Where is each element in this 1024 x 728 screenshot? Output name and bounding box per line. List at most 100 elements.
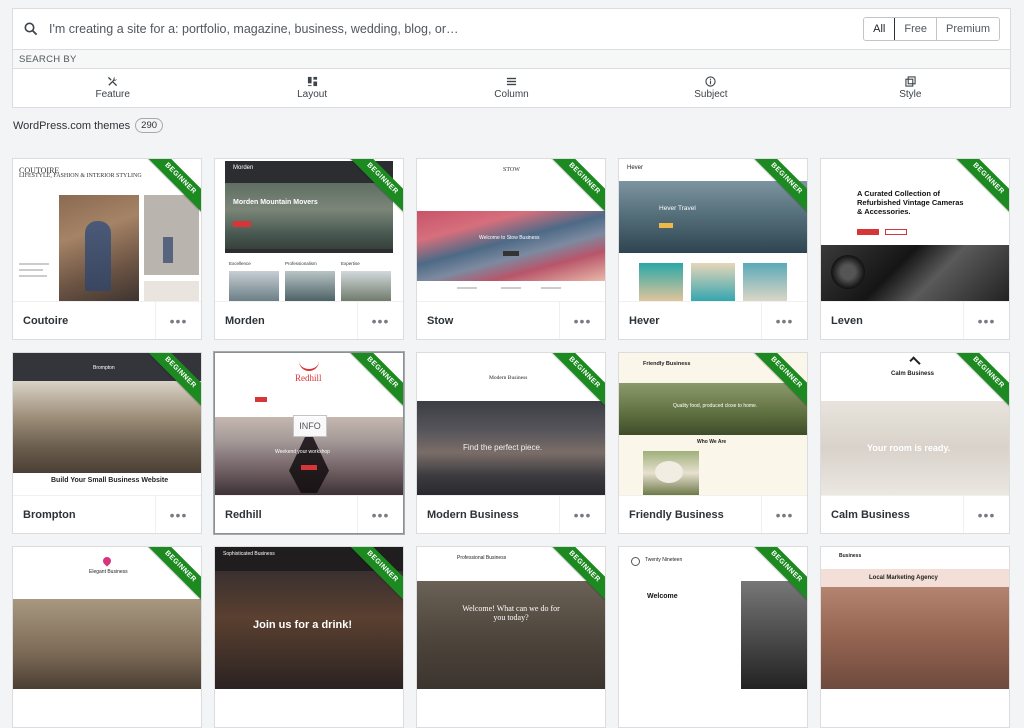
thumb-subheading: Who We Are: [697, 439, 727, 445]
thumb-heading: Welcome: [647, 593, 678, 600]
more-options-button[interactable]: •••: [963, 302, 1009, 339]
thumb-title: Professional Business: [457, 555, 507, 561]
theme-card-hever[interactable]: Hever Hever Travel BEGINNER Hever •••: [618, 158, 808, 340]
filter-style[interactable]: Style: [811, 69, 1010, 107]
card-footer: Friendly Business •••: [619, 495, 807, 533]
filter-feature-label: Feature: [95, 89, 130, 100]
card-footer: Redhill •••: [215, 495, 403, 533]
theme-card-business[interactable]: Business Local Marketing Agency: [820, 546, 1010, 728]
thumb-col-3: Expertise: [341, 261, 360, 266]
thumb-col-2: Professionalism: [285, 261, 317, 266]
filter-layout[interactable]: Layout: [212, 69, 411, 107]
more-options-button[interactable]: •••: [155, 496, 201, 533]
filter-column-label: Column: [494, 89, 529, 100]
filter-layout-label: Layout: [297, 89, 328, 100]
more-options-button[interactable]: •••: [963, 496, 1009, 533]
thumb-subtitle: LIFESTYLE, FASHION & INTERIOR STYLING: [19, 173, 142, 179]
theme-card-redhill[interactable]: Redhill Weekend your workshop INFO BEGIN…: [214, 352, 404, 534]
thumb-title: Calm Business: [891, 371, 935, 377]
theme-name[interactable]: Calm Business: [821, 509, 963, 521]
thumb-col-1: Excellence: [229, 261, 251, 266]
more-options-button[interactable]: •••: [357, 302, 403, 339]
thumb-title: Modern Business: [489, 375, 528, 381]
theme-card-calm-business[interactable]: Calm Business Your room is ready. BEGINN…: [820, 352, 1010, 534]
tier-free[interactable]: Free: [894, 18, 936, 40]
themes-count: WordPress.com themes 290: [13, 118, 164, 133]
theme-card-friendly-business[interactable]: Friendly Business Quality food, produced…: [618, 352, 808, 534]
filter-feature[interactable]: Feature: [13, 69, 212, 107]
search-by-filters: Feature Layout Column Subject Style: [12, 68, 1011, 108]
thumb-title: Hever: [627, 165, 644, 171]
card-footer: Brompton •••: [13, 495, 201, 533]
tier-all[interactable]: All: [864, 18, 896, 40]
thumb-title: Redhill: [295, 373, 322, 383]
thumb-heading: Morden Mountain Movers: [233, 199, 318, 206]
filter-subject-label: Subject: [694, 89, 728, 100]
tier-premium[interactable]: Premium: [935, 18, 999, 40]
thumb-heading: Build Your Small Business Website: [51, 477, 169, 484]
theme-thumbnail[interactable]: Business Local Marketing Agency: [821, 547, 1009, 689]
theme-name[interactable]: Brompton: [13, 509, 155, 521]
theme-search-input[interactable]: [49, 9, 864, 49]
style-icon: [905, 76, 916, 87]
card-footer: Morden •••: [215, 301, 403, 339]
thumb-heading: A Curated Collection of Refurbished Vint…: [857, 189, 964, 216]
theme-name[interactable]: Leven: [821, 315, 963, 327]
themes-count-badge: 290: [135, 118, 164, 133]
theme-card-brompton[interactable]: Brompton Build Your Small Business Websi…: [12, 352, 202, 534]
theme-name[interactable]: Friendly Business: [619, 509, 761, 521]
more-options-button[interactable]: •••: [559, 302, 605, 339]
column-icon: [506, 77, 517, 86]
search-icon[interactable]: [13, 22, 49, 36]
theme-card-coutoire[interactable]: COUTOIRE LIFESTYLE, FASHION & INTERIOR S…: [12, 158, 202, 340]
theme-card-stow[interactable]: STOW Welcome to Stow Business BEGINNER S…: [416, 158, 606, 340]
theme-card-professional-business[interactable]: Professional Business Welcome! What can …: [416, 546, 606, 728]
thumb-title: Elegant Business: [89, 569, 128, 575]
thumb-heading: Find the perfect piece.: [463, 443, 543, 452]
card-footer: Modern Business •••: [417, 495, 605, 533]
theme-card-sophisticated-business[interactable]: Sophisticated Business Join us for a dri…: [214, 546, 404, 728]
thumb-heading: Welcome! What can we do for you today?: [462, 604, 560, 622]
thumb-heading: Weekend your workshop: [275, 449, 330, 455]
theme-search-bar: All Free Premium: [12, 8, 1011, 50]
tools-icon: [108, 76, 118, 87]
thumb-title: Sophisticated Business: [223, 551, 275, 557]
theme-name[interactable]: Coutoire: [13, 315, 155, 327]
more-options-button[interactable]: •••: [761, 302, 807, 339]
card-footer: Calm Business •••: [821, 495, 1009, 533]
theme-card-leven[interactable]: A Curated Collection of Refurbished Vint…: [820, 158, 1010, 340]
theme-card-morden[interactable]: Morden Morden Mountain Movers Excellence…: [214, 158, 404, 340]
more-options-button[interactable]: •••: [357, 496, 403, 533]
thumb-heading: Quality food, produced close to home.: [673, 403, 758, 409]
thumb-title: Twenty Nineteen: [645, 557, 683, 563]
themes-label: WordPress.com themes: [13, 119, 131, 132]
info-button[interactable]: INFO: [293, 415, 327, 437]
thumb-title: Brompton: [93, 365, 115, 371]
thumb-title: Friendly Business: [643, 361, 691, 367]
card-footer: Coutoire •••: [13, 301, 201, 339]
tier-filter: All Free Premium: [863, 17, 1000, 41]
card-footer: Hever •••: [619, 301, 807, 339]
thumb-heading: Local Marketing Agency: [869, 575, 938, 581]
theme-card-twenty-nineteen[interactable]: Twenty Nineteen Welcome BEGINNER: [618, 546, 808, 728]
more-options-button[interactable]: •••: [559, 496, 605, 533]
thumb-heading: Welcome to Stow Business: [479, 235, 540, 241]
filter-column[interactable]: Column: [412, 69, 611, 107]
theme-name[interactable]: Redhill: [215, 509, 357, 521]
card-footer: Leven •••: [821, 301, 1009, 339]
thumb-heading: Join us for a drink!: [253, 619, 353, 631]
theme-name[interactable]: Stow: [417, 315, 559, 327]
theme-name[interactable]: Morden: [215, 315, 357, 327]
thumb-title: Business: [839, 553, 862, 559]
filter-style-label: Style: [899, 89, 922, 100]
filter-subject[interactable]: Subject: [611, 69, 810, 107]
theme-card-elegant-business[interactable]: Elegant Business BEGINNER: [12, 546, 202, 728]
theme-name[interactable]: Modern Business: [417, 509, 559, 521]
thumb-title: Morden: [233, 165, 254, 171]
more-options-button[interactable]: •••: [155, 302, 201, 339]
thumb-title: STOW: [503, 167, 520, 173]
more-options-button[interactable]: •••: [761, 496, 807, 533]
theme-card-modern-business[interactable]: Modern Business Find the perfect piece. …: [416, 352, 606, 534]
thumb-heading: Hever Travel: [659, 205, 696, 212]
theme-name[interactable]: Hever: [619, 315, 761, 327]
